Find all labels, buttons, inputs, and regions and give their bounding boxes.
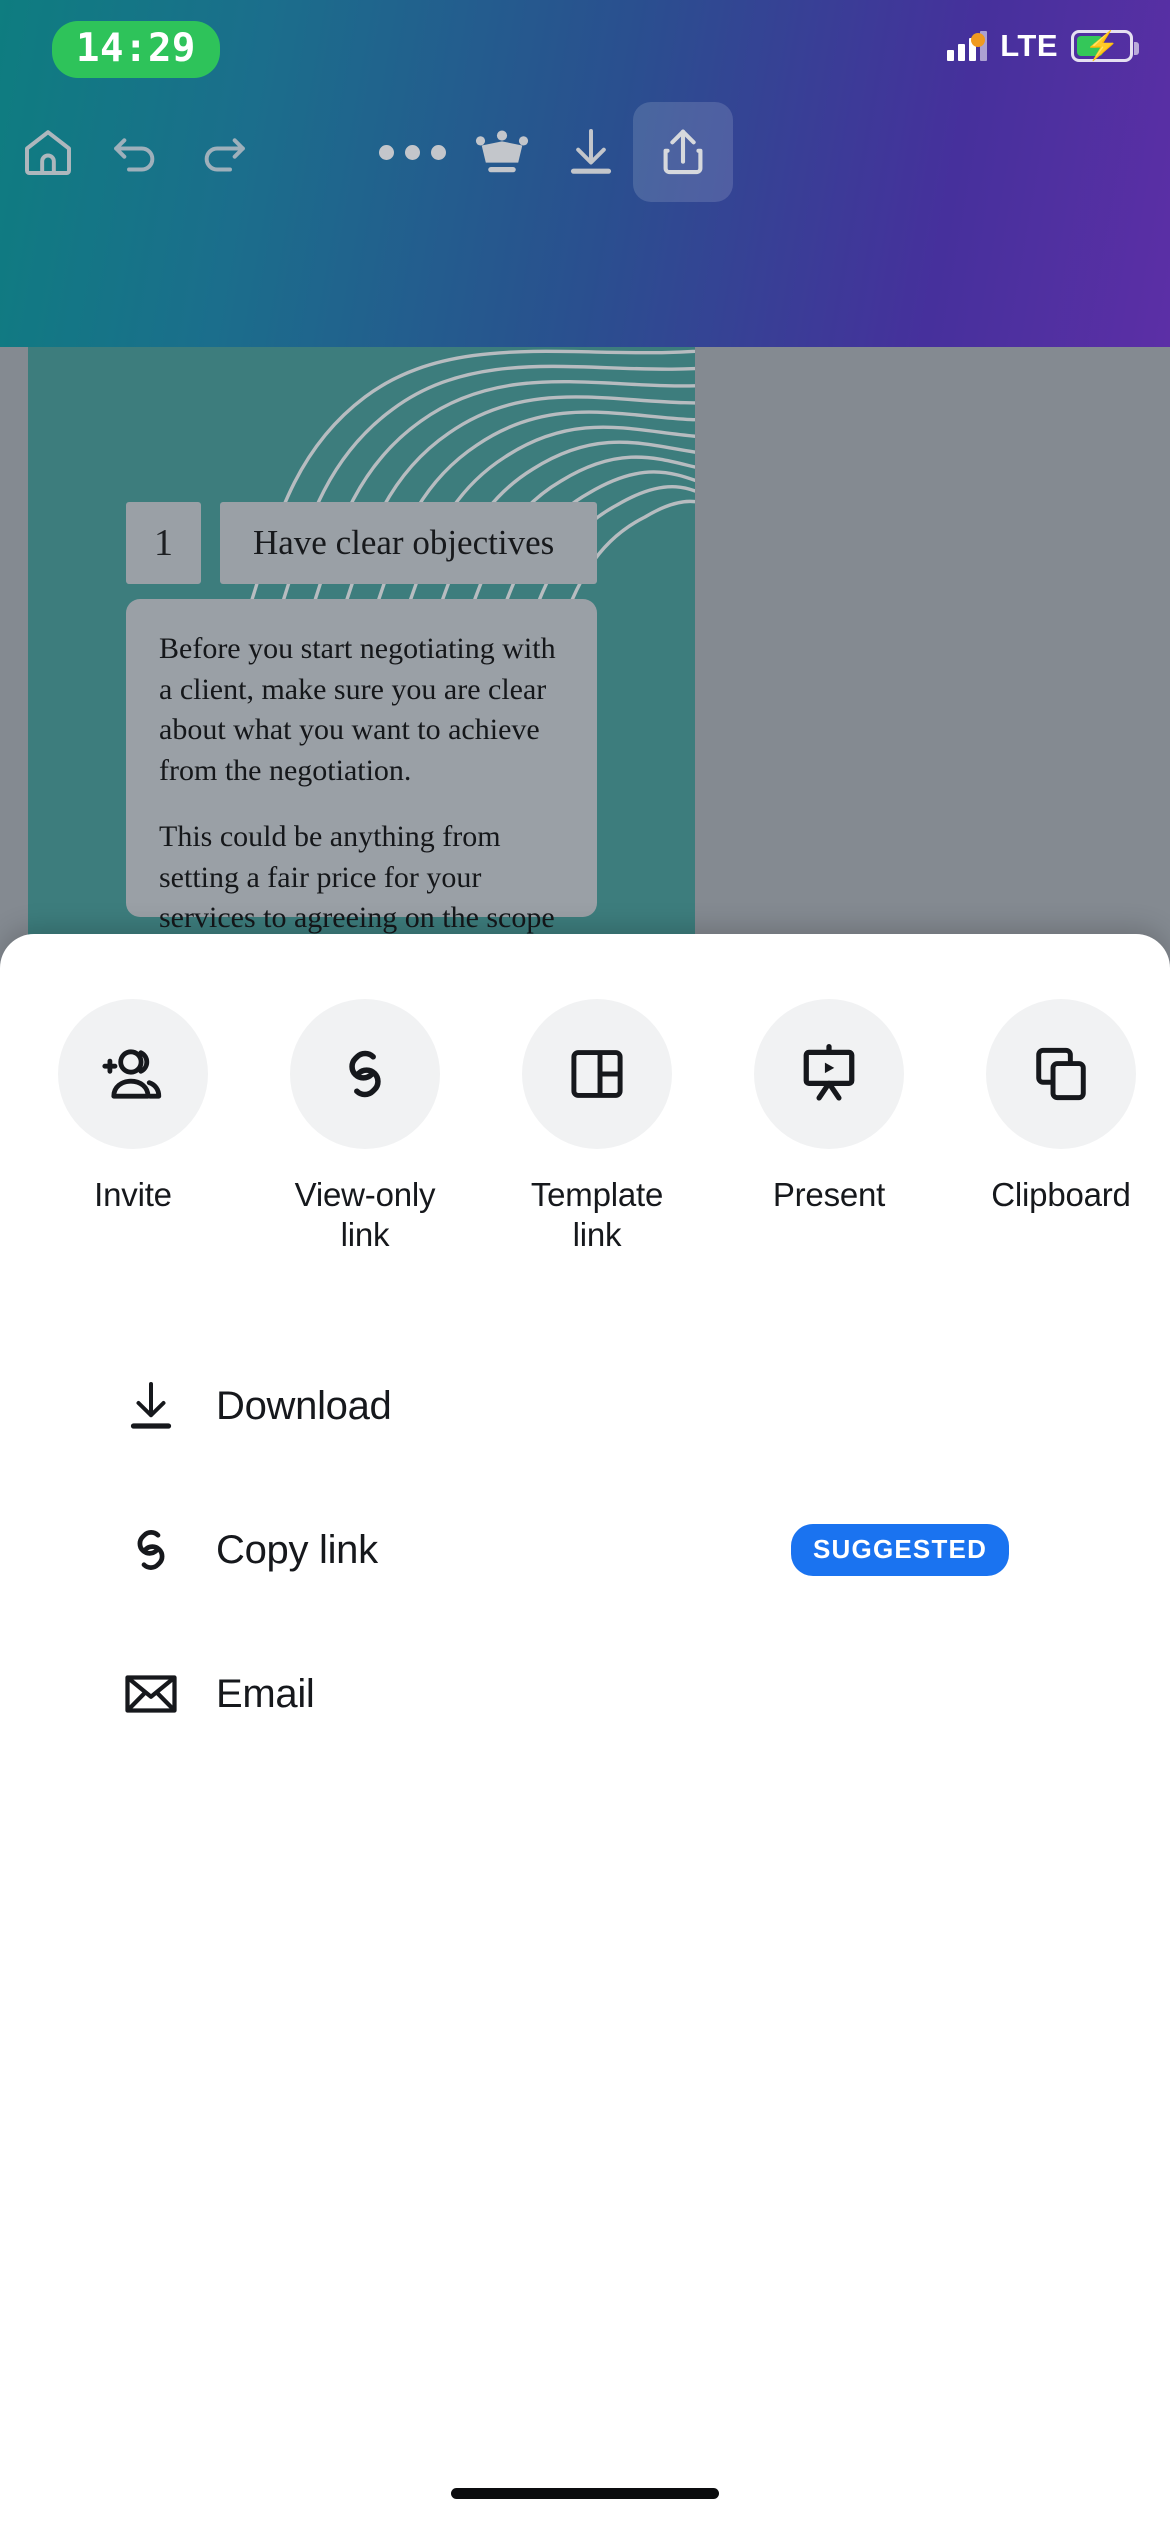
undo-icon <box>108 124 164 180</box>
slide-body-text: Before you start negotiating with a clie… <box>126 599 597 975</box>
redo-button[interactable] <box>175 104 271 200</box>
quick-action-label: View-only link <box>294 1176 436 1254</box>
share-button[interactable] <box>633 102 733 202</box>
quick-action-label: Template link <box>530 1176 664 1254</box>
quick-action-present[interactable]: Present <box>754 999 904 1215</box>
network-type-label: LTE <box>1000 28 1058 63</box>
crown-icon <box>473 123 531 181</box>
list-item-copy-link[interactable]: Copy link SUGGESTED <box>0 1478 1170 1622</box>
three-dots-icon <box>378 144 446 160</box>
editor-toolbar <box>0 92 1170 212</box>
app-header: 14:29 LTE ⚡ <box>0 0 1170 347</box>
quick-action-invite[interactable]: Invite <box>58 999 208 1215</box>
download-icon <box>563 124 619 180</box>
recording-indicator-dot-icon <box>971 33 985 47</box>
list-item-email[interactable]: Email <box>0 1622 1170 1766</box>
list-item-label: Email <box>216 1671 315 1716</box>
presentation-play-icon <box>754 999 904 1149</box>
link-chain-icon <box>290 999 440 1149</box>
copy-icon <box>986 999 1136 1149</box>
status-bar: 14:29 LTE ⚡ <box>0 0 1170 92</box>
status-badge: SUGGESTED <box>791 1524 1010 1576</box>
home-button[interactable] <box>0 104 96 200</box>
status-indicators: LTE ⚡ <box>947 22 1139 70</box>
slide-number: 1 <box>126 502 201 584</box>
envelope-icon <box>120 1663 182 1725</box>
quick-action-label: Clipboard <box>991 1176 1131 1213</box>
home-indicator[interactable] <box>451 2488 719 2499</box>
upgrade-button[interactable] <box>454 104 550 200</box>
more-button[interactable] <box>364 104 460 200</box>
quick-action-view-only-link[interactable]: View-only link <box>290 999 440 1256</box>
status-time: 14:29 <box>52 21 220 78</box>
download-button[interactable] <box>543 104 639 200</box>
quick-action-label: Invite <box>94 1176 172 1213</box>
share-bottom-sheet: Invite View-only link Template link Pres… <box>0 934 1170 2532</box>
quick-action-clipboard[interactable]: Clipboard <box>986 999 1136 1215</box>
slide-title: Have clear objectives <box>220 502 597 584</box>
undo-button[interactable] <box>88 104 184 200</box>
add-person-icon <box>58 999 208 1149</box>
list-item-label: Download <box>216 1383 392 1428</box>
download-icon <box>120 1375 182 1437</box>
slide-paragraph: Before you start negotiating with a clie… <box>159 632 556 787</box>
quick-action-label: Present <box>772 1176 886 1213</box>
share-option-list: Download Copy link SUGGESTED Email <box>0 1334 1170 1766</box>
redo-icon <box>195 124 251 180</box>
list-item-label: Copy link <box>216 1527 378 1572</box>
battery-charging-icon: ⚡ <box>1071 30 1139 62</box>
quick-share-actions[interactable]: Invite View-only link Template link Pres… <box>0 999 1170 1299</box>
list-item-download[interactable]: Download <box>0 1334 1170 1478</box>
quick-action-template-link[interactable]: Template link <box>522 999 672 1256</box>
link-chain-icon <box>120 1519 182 1581</box>
home-icon <box>20 124 76 180</box>
share-upload-icon <box>654 123 712 181</box>
template-panel-icon <box>522 999 672 1149</box>
